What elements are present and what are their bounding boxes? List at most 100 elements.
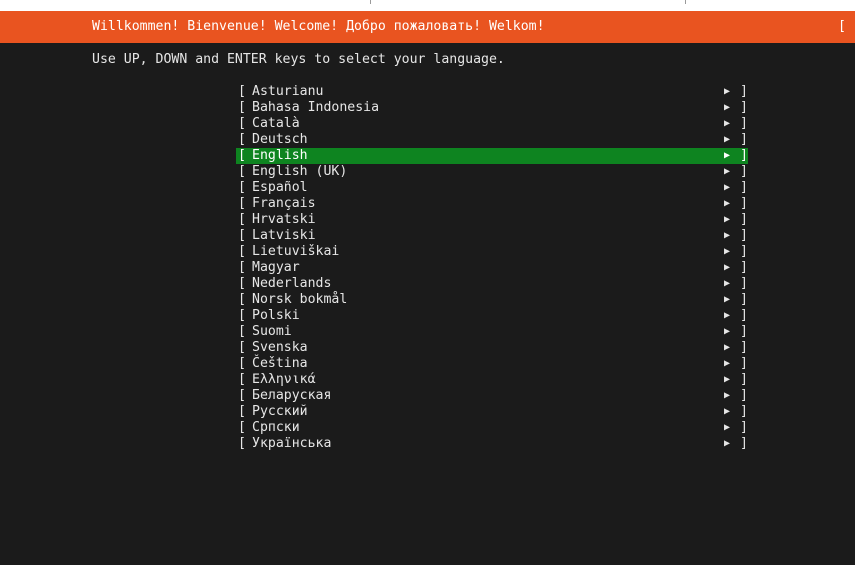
language-label: English bbox=[252, 148, 308, 163]
bracket-open: [ bbox=[238, 356, 246, 371]
bracket-close: ] bbox=[740, 84, 748, 99]
right-arrow-icon: ▶ bbox=[724, 374, 731, 385]
right-arrow-icon: ▶ bbox=[724, 214, 731, 225]
bracket-close: ] bbox=[740, 100, 748, 115]
language-option-20[interactable]: [ Русский ▶] bbox=[236, 404, 748, 420]
right-arrow-icon: ▶ bbox=[724, 342, 731, 353]
language-label: Norsk bokmål bbox=[252, 292, 348, 307]
language-option-7[interactable]: [Français ▶] bbox=[236, 196, 748, 212]
bracket-close: ] bbox=[740, 180, 748, 195]
right-arrow-icon: ▶ bbox=[724, 166, 731, 177]
right-arrow-icon: ▶ bbox=[724, 326, 731, 337]
bracket-close: ] bbox=[740, 340, 748, 355]
language-option-9[interactable]: [ Latviski ▶] bbox=[236, 228, 748, 244]
language-option-21[interactable]: [ Српски ▶] bbox=[236, 420, 748, 436]
language-label: Беларуская bbox=[252, 388, 332, 403]
bracket-open: [ bbox=[238, 212, 246, 227]
language-option-0[interactable]: [Asturianu ▶] bbox=[236, 84, 748, 100]
bracket-close: ] bbox=[740, 164, 748, 179]
language-option-14[interactable]: [ Polski ▶] bbox=[236, 308, 748, 324]
bracket-open: [ bbox=[238, 388, 246, 403]
language-label: Svenska bbox=[252, 340, 308, 355]
right-arrow-icon: ▶ bbox=[724, 182, 731, 193]
language-option-11[interactable]: [Magyar ▶] bbox=[236, 260, 748, 276]
bracket-open: [ bbox=[238, 196, 246, 211]
bracket-close: ] bbox=[740, 228, 748, 243]
language-option-18[interactable]: [Ελληνικά ▶] bbox=[236, 372, 748, 388]
language-option-8[interactable]: [Hrvatski ▶] bbox=[236, 212, 748, 228]
language-option-3[interactable]: [ Deutsch ▶] bbox=[236, 132, 748, 148]
right-arrow-icon: ▶ bbox=[724, 102, 731, 113]
window-top-strip bbox=[0, 0, 855, 11]
bracket-open: [ bbox=[238, 308, 246, 323]
bracket-open: [ bbox=[238, 372, 246, 387]
right-arrow-icon: ▶ bbox=[724, 230, 731, 241]
bracket-open: [ bbox=[238, 116, 246, 131]
language-option-17[interactable]: [Čeština ▶] bbox=[236, 356, 748, 372]
language-label: Čeština bbox=[252, 356, 308, 371]
language-label: Polski bbox=[252, 308, 300, 323]
language-label: Deutsch bbox=[252, 132, 308, 147]
bracket-close: ] bbox=[740, 404, 748, 419]
right-arrow-icon: ▶ bbox=[724, 118, 731, 129]
language-label: Русский bbox=[252, 404, 308, 419]
right-arrow-icon: ▶ bbox=[724, 358, 731, 369]
bracket-close: ] bbox=[740, 132, 748, 147]
bracket-close: ] bbox=[740, 388, 748, 403]
language-option-16[interactable]: [Svenska ▶] bbox=[236, 340, 748, 356]
right-arrow-icon: ▶ bbox=[724, 422, 731, 433]
language-label: Українська bbox=[252, 436, 332, 451]
bracket-close: ] bbox=[740, 116, 748, 131]
bracket-open: [ bbox=[238, 180, 246, 195]
right-arrow-icon: ▶ bbox=[724, 278, 731, 289]
bracket-open: [ bbox=[238, 228, 246, 243]
language-label: Latviski bbox=[252, 228, 316, 243]
bracket-open: [ bbox=[238, 260, 246, 275]
bracket-open: [ bbox=[238, 132, 246, 147]
language-option-1[interactable]: [Bahasa Indonesia ▶] bbox=[236, 100, 748, 116]
language-option-6[interactable]: [ Español ▶] bbox=[236, 180, 748, 196]
bracket-open: [ bbox=[238, 276, 246, 291]
bracket-open: [ bbox=[238, 404, 246, 419]
bracket-open: [ bbox=[238, 84, 246, 99]
instruction-text: Use UP, DOWN and ENTER keys to select yo… bbox=[92, 52, 505, 67]
language-option-22[interactable]: [Українська ▶] bbox=[236, 436, 748, 452]
bracket-open: [ bbox=[238, 420, 246, 435]
language-label: Suomi bbox=[252, 324, 292, 339]
bracket-close: ] bbox=[740, 276, 748, 291]
bracket-close: ] bbox=[740, 420, 748, 435]
language-label: Català bbox=[252, 116, 300, 131]
language-option-13[interactable]: [Norsk bokmål ▶] bbox=[236, 292, 748, 308]
right-arrow-icon: ▶ bbox=[724, 294, 731, 305]
language-label: Hrvatski bbox=[252, 212, 316, 227]
top-strip-tick bbox=[370, 0, 371, 4]
language-option-5[interactable]: [ English (UK) ▶] bbox=[236, 164, 748, 180]
bracket-open: [ bbox=[238, 244, 246, 259]
language-label: Nederlands bbox=[252, 276, 332, 291]
bracket-close: ] bbox=[740, 436, 748, 451]
bracket-close: ] bbox=[740, 260, 748, 275]
language-option-4[interactable]: [English ▶] bbox=[236, 148, 748, 164]
right-arrow-icon: ▶ bbox=[724, 310, 731, 321]
language-option-19[interactable]: [ Беларуская ▶] bbox=[236, 388, 748, 404]
bracket-open: [ bbox=[238, 324, 246, 339]
header-bar: Willkommen! Bienvenue! Welcome! Добро по… bbox=[0, 11, 855, 43]
bracket-close: ] bbox=[740, 308, 748, 323]
language-label: Српски bbox=[252, 420, 300, 435]
language-list: [Asturianu ▶] [Bahasa Indonesia ▶] [Català ▶]… bbox=[236, 84, 748, 452]
language-option-12[interactable]: [ Nederlands ▶] bbox=[236, 276, 748, 292]
right-arrow-icon: ▶ bbox=[724, 390, 731, 401]
language-option-2[interactable]: [ Català ▶] bbox=[236, 116, 748, 132]
right-arrow-icon: ▶ bbox=[724, 134, 731, 145]
bracket-open: [ bbox=[238, 164, 246, 179]
language-label: Español bbox=[252, 180, 308, 195]
help-button[interactable]: [ bbox=[838, 19, 854, 35]
language-label: Ελληνικά bbox=[252, 372, 316, 387]
right-arrow-icon: ▶ bbox=[724, 406, 731, 417]
language-option-10[interactable]: [Lietuviškai ▶] bbox=[236, 244, 748, 260]
language-option-15[interactable]: [Suomi ▶] bbox=[236, 324, 748, 340]
language-label: Asturianu bbox=[252, 84, 324, 99]
bracket-open: [ bbox=[238, 292, 246, 307]
right-arrow-icon: ▶ bbox=[724, 198, 731, 209]
language-label: English (UK) bbox=[252, 164, 348, 179]
